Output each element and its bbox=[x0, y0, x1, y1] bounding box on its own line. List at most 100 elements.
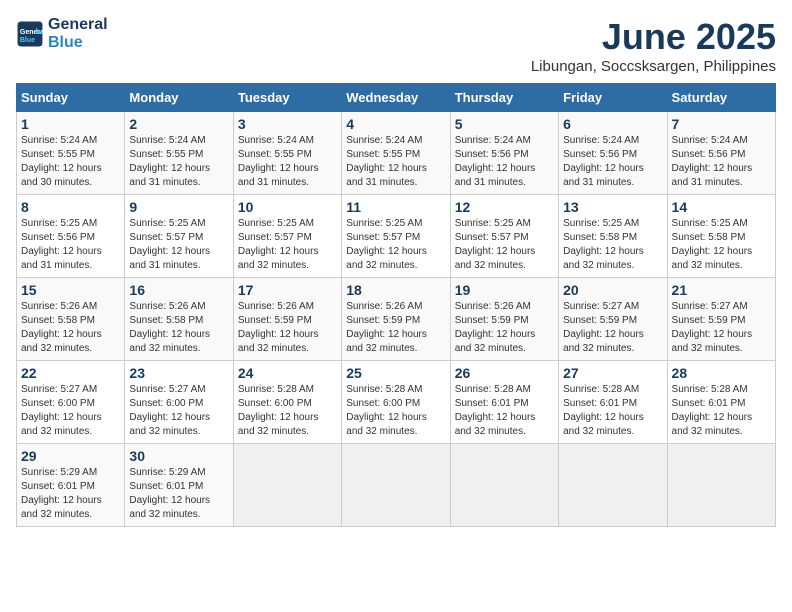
day-number: 2 bbox=[129, 116, 228, 132]
day-info: Sunrise: 5:25 AMSunset: 5:57 PMDaylight:… bbox=[455, 217, 554, 273]
day-info: Sunrise: 5:27 AMSunset: 5:59 PMDaylight:… bbox=[672, 300, 771, 356]
weekday-header: Thursday bbox=[450, 84, 558, 112]
day-info: Sunrise: 5:24 AMSunset: 5:55 PMDaylight:… bbox=[129, 134, 228, 190]
day-info: Sunrise: 5:28 AMSunset: 6:01 PMDaylight:… bbox=[672, 383, 771, 439]
weekday-header: Sunday bbox=[17, 84, 125, 112]
table-row: 30Sunrise: 5:29 AMSunset: 6:01 PMDayligh… bbox=[125, 444, 233, 527]
table-row: 15 Sunrise: 5:26 AMSunset: 5:58 PMDayligh… bbox=[17, 278, 125, 361]
day-number: 9 bbox=[129, 199, 228, 215]
day-info: Sunrise: 5:27 AMSunset: 6:00 PMDaylight:… bbox=[129, 383, 228, 439]
table-row: 6 Sunrise: 5:24 AMSunset: 5:56 PMDaylight… bbox=[559, 112, 667, 195]
location-title: Libungan, Soccsksargen, Philippines bbox=[531, 58, 776, 75]
table-row: 9 Sunrise: 5:25 AMSunset: 5:57 PMDaylight… bbox=[125, 195, 233, 278]
table-row: 23 Sunrise: 5:27 AMSunset: 6:00 PMDayligh… bbox=[125, 361, 233, 444]
day-info: Sunrise: 5:26 AMSunset: 5:58 PMDaylight:… bbox=[21, 300, 120, 356]
day-info: Sunrise: 5:25 AMSunset: 5:58 PMDaylight:… bbox=[672, 217, 771, 273]
weekday-header: Monday bbox=[125, 84, 233, 112]
day-info: Sunrise: 5:25 AMSunset: 5:56 PMDaylight:… bbox=[21, 217, 120, 273]
day-info: Sunrise: 5:29 AMSunset: 6:01 PMDaylight:… bbox=[21, 466, 120, 522]
table-row: 17Sunrise: 5:26 AMSunset: 5:59 PMDayligh… bbox=[233, 278, 341, 361]
logo-blue: Blue bbox=[48, 34, 108, 52]
table-row bbox=[342, 444, 450, 527]
day-info: Sunrise: 5:25 AMSunset: 5:58 PMDaylight:… bbox=[563, 217, 662, 273]
day-number: 14 bbox=[672, 199, 771, 215]
day-number: 24 bbox=[238, 365, 337, 381]
table-row: 25 Sunrise: 5:28 AMSunset: 6:00 PMDayligh… bbox=[342, 361, 450, 444]
day-number: 8 bbox=[21, 199, 120, 215]
weekday-header: Saturday bbox=[667, 84, 775, 112]
day-info: Sunrise: 5:28 AMSunset: 6:01 PMDaylight:… bbox=[563, 383, 662, 439]
day-info: Sunrise: 5:25 AMSunset: 5:57 PMDaylight:… bbox=[238, 217, 337, 273]
day-number: 5 bbox=[455, 116, 554, 132]
day-info: Sunrise: 5:28 AMSunset: 6:00 PMDaylight:… bbox=[346, 383, 445, 439]
table-row: 8 Sunrise: 5:25 AMSunset: 5:56 PMDaylight… bbox=[17, 195, 125, 278]
calendar-table: SundayMondayTuesdayWednesdayThursdayFrid… bbox=[16, 83, 776, 527]
day-number: 23 bbox=[129, 365, 228, 381]
month-title: June 2025 bbox=[531, 16, 776, 58]
table-row: 19Sunrise: 5:26 AMSunset: 5:59 PMDayligh… bbox=[450, 278, 558, 361]
day-info: Sunrise: 5:24 AMSunset: 5:56 PMDaylight:… bbox=[455, 134, 554, 190]
day-number: 16 bbox=[129, 282, 228, 298]
table-row: 14 Sunrise: 5:25 AMSunset: 5:58 PMDayligh… bbox=[667, 195, 775, 278]
table-row: 22 Sunrise: 5:27 AMSunset: 6:00 PMDayligh… bbox=[17, 361, 125, 444]
day-info: Sunrise: 5:26 AMSunset: 5:59 PMDaylight:… bbox=[455, 300, 554, 356]
table-row: 16Sunrise: 5:26 AMSunset: 5:58 PMDayligh… bbox=[125, 278, 233, 361]
day-info: Sunrise: 5:25 AMSunset: 5:57 PMDaylight:… bbox=[129, 217, 228, 273]
calendar-week-row: 1Sunrise: 5:24 AMSunset: 5:55 PMDaylight… bbox=[17, 112, 776, 195]
day-info: Sunrise: 5:26 AMSunset: 5:59 PMDaylight:… bbox=[238, 300, 337, 356]
table-row: 29 Sunrise: 5:29 AMSunset: 6:01 PMDayligh… bbox=[17, 444, 125, 527]
table-row: 3Sunrise: 5:24 AMSunset: 5:55 PMDaylight… bbox=[233, 112, 341, 195]
logo: General Blue General Blue bbox=[16, 16, 108, 52]
table-row: 4Sunrise: 5:24 AMSunset: 5:55 PMDaylight… bbox=[342, 112, 450, 195]
table-row: 10Sunrise: 5:25 AMSunset: 5:57 PMDayligh… bbox=[233, 195, 341, 278]
table-row: 1Sunrise: 5:24 AMSunset: 5:55 PMDaylight… bbox=[17, 112, 125, 195]
day-number: 6 bbox=[563, 116, 662, 132]
day-info: Sunrise: 5:24 AMSunset: 5:56 PMDaylight:… bbox=[672, 134, 771, 190]
table-row: 5 Sunrise: 5:24 AMSunset: 5:56 PMDaylight… bbox=[450, 112, 558, 195]
day-number: 25 bbox=[346, 365, 445, 381]
day-number: 29 bbox=[21, 448, 120, 464]
calendar-body: 1Sunrise: 5:24 AMSunset: 5:55 PMDaylight… bbox=[17, 112, 776, 527]
table-row: 18Sunrise: 5:26 AMSunset: 5:59 PMDayligh… bbox=[342, 278, 450, 361]
table-row bbox=[233, 444, 341, 527]
day-number: 3 bbox=[238, 116, 337, 132]
day-number: 12 bbox=[455, 199, 554, 215]
calendar-header: SundayMondayTuesdayWednesdayThursdayFrid… bbox=[17, 84, 776, 112]
table-row: 27 Sunrise: 5:28 AMSunset: 6:01 PMDayligh… bbox=[559, 361, 667, 444]
table-row: 24 Sunrise: 5:28 AMSunset: 6:00 PMDayligh… bbox=[233, 361, 341, 444]
day-number: 22 bbox=[21, 365, 120, 381]
day-info: Sunrise: 5:27 AMSunset: 5:59 PMDaylight:… bbox=[563, 300, 662, 356]
calendar-week-row: 15 Sunrise: 5:26 AMSunset: 5:58 PMDayligh… bbox=[17, 278, 776, 361]
day-number: 20 bbox=[563, 282, 662, 298]
weekday-header: Tuesday bbox=[233, 84, 341, 112]
table-row bbox=[667, 444, 775, 527]
weekday-header: Wednesday bbox=[342, 84, 450, 112]
logo-icon: General Blue bbox=[16, 20, 44, 48]
day-number: 28 bbox=[672, 365, 771, 381]
table-row: 11Sunrise: 5:25 AMSunset: 5:57 PMDayligh… bbox=[342, 195, 450, 278]
calendar-week-row: 8 Sunrise: 5:25 AMSunset: 5:56 PMDaylight… bbox=[17, 195, 776, 278]
table-row: 2 Sunrise: 5:24 AMSunset: 5:55 PMDaylight… bbox=[125, 112, 233, 195]
table-row: 7 Sunrise: 5:24 AMSunset: 5:56 PMDaylight… bbox=[667, 112, 775, 195]
calendar-week-row: 29 Sunrise: 5:29 AMSunset: 6:01 PMDayligh… bbox=[17, 444, 776, 527]
day-number: 27 bbox=[563, 365, 662, 381]
day-info: Sunrise: 5:27 AMSunset: 6:00 PMDaylight:… bbox=[21, 383, 120, 439]
day-info: Sunrise: 5:24 AMSunset: 5:56 PMDaylight:… bbox=[563, 134, 662, 190]
logo-general: General bbox=[48, 16, 108, 34]
title-area: June 2025 Libungan, Soccsksargen, Philip… bbox=[531, 16, 776, 75]
calendar-week-row: 22 Sunrise: 5:27 AMSunset: 6:00 PMDayligh… bbox=[17, 361, 776, 444]
table-row: 26Sunrise: 5:28 AMSunset: 6:01 PMDayligh… bbox=[450, 361, 558, 444]
table-row bbox=[559, 444, 667, 527]
day-number: 7 bbox=[672, 116, 771, 132]
day-number: 15 bbox=[21, 282, 120, 298]
day-info: Sunrise: 5:24 AMSunset: 5:55 PMDaylight:… bbox=[21, 134, 120, 190]
day-info: Sunrise: 5:29 AMSunset: 6:01 PMDaylight:… bbox=[129, 466, 228, 522]
svg-text:Blue: Blue bbox=[20, 37, 35, 44]
day-info: Sunrise: 5:26 AMSunset: 5:59 PMDaylight:… bbox=[346, 300, 445, 356]
day-info: Sunrise: 5:24 AMSunset: 5:55 PMDaylight:… bbox=[346, 134, 445, 190]
day-info: Sunrise: 5:28 AMSunset: 6:00 PMDaylight:… bbox=[238, 383, 337, 439]
day-number: 13 bbox=[563, 199, 662, 215]
day-info: Sunrise: 5:28 AMSunset: 6:01 PMDaylight:… bbox=[455, 383, 554, 439]
header: General Blue General Blue June 2025 Libu… bbox=[16, 16, 776, 75]
day-info: Sunrise: 5:25 AMSunset: 5:57 PMDaylight:… bbox=[346, 217, 445, 273]
